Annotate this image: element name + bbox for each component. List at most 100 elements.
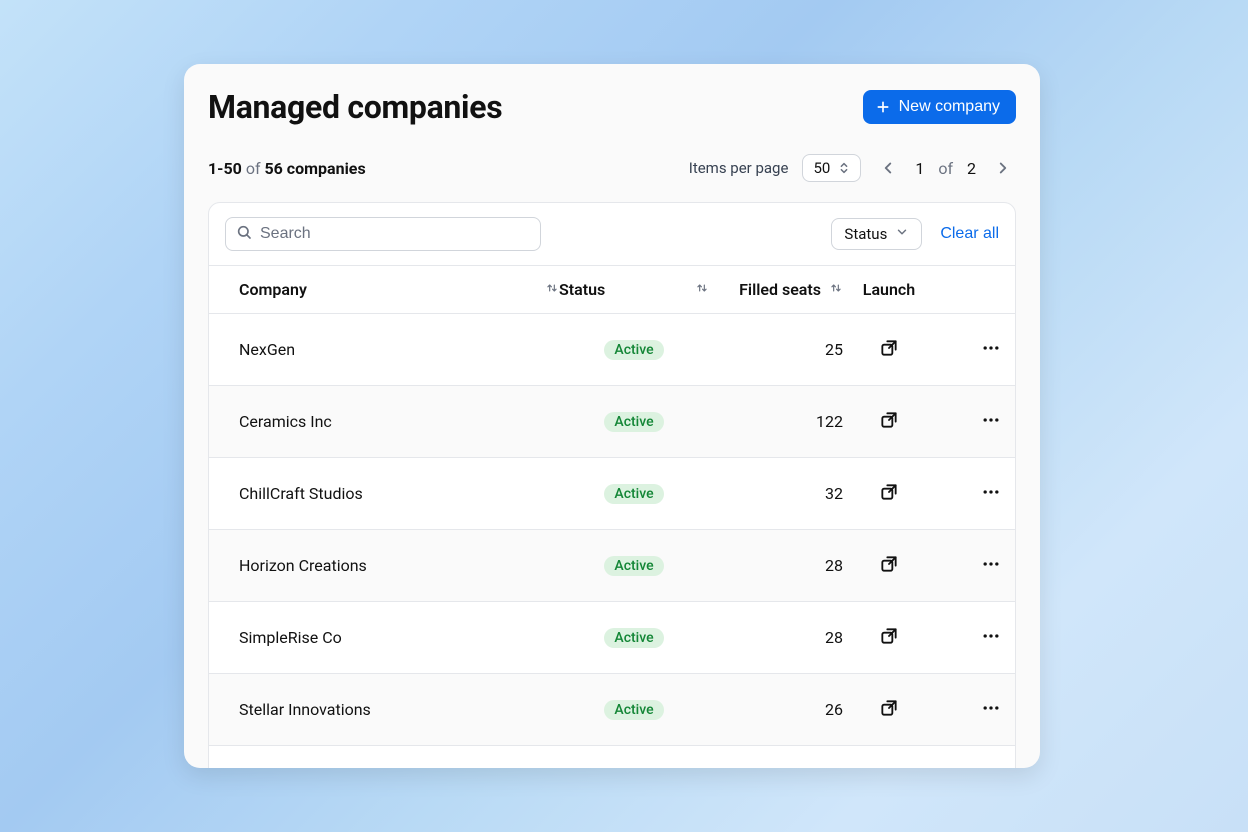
sort-icon	[695, 280, 709, 299]
column-filled-seats-label: Filled seats	[739, 280, 821, 299]
status-badge: Active	[604, 628, 663, 648]
more-horizontal-icon	[981, 482, 1001, 505]
total-pages: 2	[967, 159, 976, 178]
external-link-icon	[879, 482, 899, 505]
actions-cell	[935, 694, 1016, 725]
result-range: 1-50 of 56 companies	[208, 159, 366, 178]
company-name: Horizon Creations	[239, 556, 559, 575]
more-horizontal-icon	[981, 410, 1001, 433]
companies-table: Status Clear all Company Status	[208, 202, 1016, 768]
table-row: Stellar Innovations Active 26	[209, 674, 1015, 746]
actions-cell	[935, 550, 1016, 581]
more-horizontal-icon	[981, 554, 1001, 577]
status-filter[interactable]: Status	[831, 218, 922, 250]
row-actions-button[interactable]	[977, 550, 1005, 581]
launch-cell	[843, 478, 935, 509]
status-cell: Active	[559, 340, 709, 360]
main-panel: Managed companies New company 1-50 of 56…	[184, 64, 1040, 768]
next-page-button[interactable]	[990, 155, 1016, 181]
status-badge: Active	[604, 484, 663, 504]
launch-button[interactable]	[875, 550, 903, 581]
actions-cell	[935, 478, 1016, 509]
table-row: NexGenActive25	[209, 314, 1015, 386]
items-per-page-select[interactable]: 50	[802, 154, 861, 182]
launch-cell	[843, 550, 935, 581]
header-row: Managed companies New company	[184, 88, 1040, 126]
launch-button[interactable]	[875, 622, 903, 653]
more-horizontal-icon	[981, 698, 1001, 721]
new-company-label: New company	[899, 98, 1000, 116]
status-cell: Active	[559, 628, 709, 648]
company-name: Ceramics Inc	[239, 412, 559, 431]
launch-cell	[843, 334, 935, 365]
column-launch-label: Launch	[863, 280, 915, 299]
table-body: NexGenActive25Ceramics IncActive122Chill…	[209, 314, 1015, 768]
new-company-button[interactable]: New company	[863, 90, 1016, 124]
sort-icon	[545, 280, 559, 299]
prev-page-button[interactable]	[875, 155, 901, 181]
launch-button[interactable]	[875, 694, 903, 725]
status-cell: Active	[559, 484, 709, 504]
external-link-icon	[879, 338, 899, 361]
status-badge: Active	[604, 700, 663, 720]
table-row: Ceramics Inc Active 122	[209, 386, 1015, 458]
search-input[interactable]	[260, 225, 530, 243]
status-cell: Active	[559, 556, 709, 576]
launch-button[interactable]	[875, 478, 903, 509]
row-actions-button[interactable]	[977, 622, 1005, 653]
filters-row: Status Clear all	[209, 203, 1015, 265]
column-filled-seats[interactable]: Filled seats	[709, 280, 843, 299]
status-badge: Active	[604, 412, 663, 432]
row-actions-button[interactable]	[977, 694, 1005, 725]
search-icon	[236, 224, 252, 244]
more-horizontal-icon	[981, 338, 1001, 361]
search-box[interactable]	[225, 217, 541, 251]
launch-button[interactable]	[875, 766, 903, 768]
range-total: 56 companies	[264, 159, 365, 178]
filled-seats: 25	[709, 340, 843, 359]
launch-cell	[843, 694, 935, 725]
page-of: of	[938, 159, 953, 178]
launch-cell	[843, 622, 935, 653]
column-company[interactable]: Company	[239, 280, 559, 299]
status-filter-label: Status	[844, 225, 887, 243]
launch-button[interactable]	[875, 406, 903, 437]
company-name: SimpleRise Co	[239, 628, 559, 647]
company-name: NexGen	[239, 340, 559, 359]
launch-cell	[843, 406, 935, 437]
meta-row: 1-50 of 56 companies Items per page 50 1…	[184, 154, 1040, 182]
status-badge: Active	[604, 556, 663, 576]
more-horizontal-icon	[981, 626, 1001, 649]
filled-seats: 28	[709, 556, 843, 575]
items-per-page-label: Items per page	[689, 159, 789, 177]
external-link-icon	[879, 698, 899, 721]
launch-cell	[843, 766, 935, 768]
launch-button[interactable]	[875, 334, 903, 365]
actions-cell	[935, 766, 1016, 768]
company-name: Stellar Innovations	[239, 700, 559, 719]
actions-cell	[935, 622, 1016, 653]
row-actions-button[interactable]	[977, 478, 1005, 509]
pager: Items per page 50 1 of 2	[689, 154, 1016, 182]
external-link-icon	[879, 626, 899, 649]
sort-icon	[829, 280, 843, 299]
filled-seats: 32	[709, 484, 843, 503]
company-name: ChillCraft Studios	[239, 484, 559, 503]
table-row: SimpleRise Co Active 28	[209, 602, 1015, 674]
filled-seats: 122	[709, 412, 843, 431]
column-company-label: Company	[239, 280, 307, 299]
clear-all-button[interactable]: Clear all	[940, 225, 999, 243]
filled-seats: 26	[709, 700, 843, 719]
row-actions-button[interactable]	[977, 766, 1005, 768]
column-launch: Launch	[843, 280, 935, 299]
filled-seats: 28	[709, 628, 843, 647]
select-arrows-icon	[838, 161, 850, 175]
status-cell: Active	[559, 412, 709, 432]
table-header: Company Status Filled seats Launch	[209, 265, 1015, 314]
row-actions-button[interactable]	[977, 334, 1005, 365]
range-of: of	[246, 159, 261, 178]
row-actions-button[interactable]	[977, 406, 1005, 437]
items-per-page-value: 50	[813, 159, 830, 177]
column-status[interactable]: Status	[559, 280, 709, 299]
filters-right: Status Clear all	[831, 218, 999, 250]
